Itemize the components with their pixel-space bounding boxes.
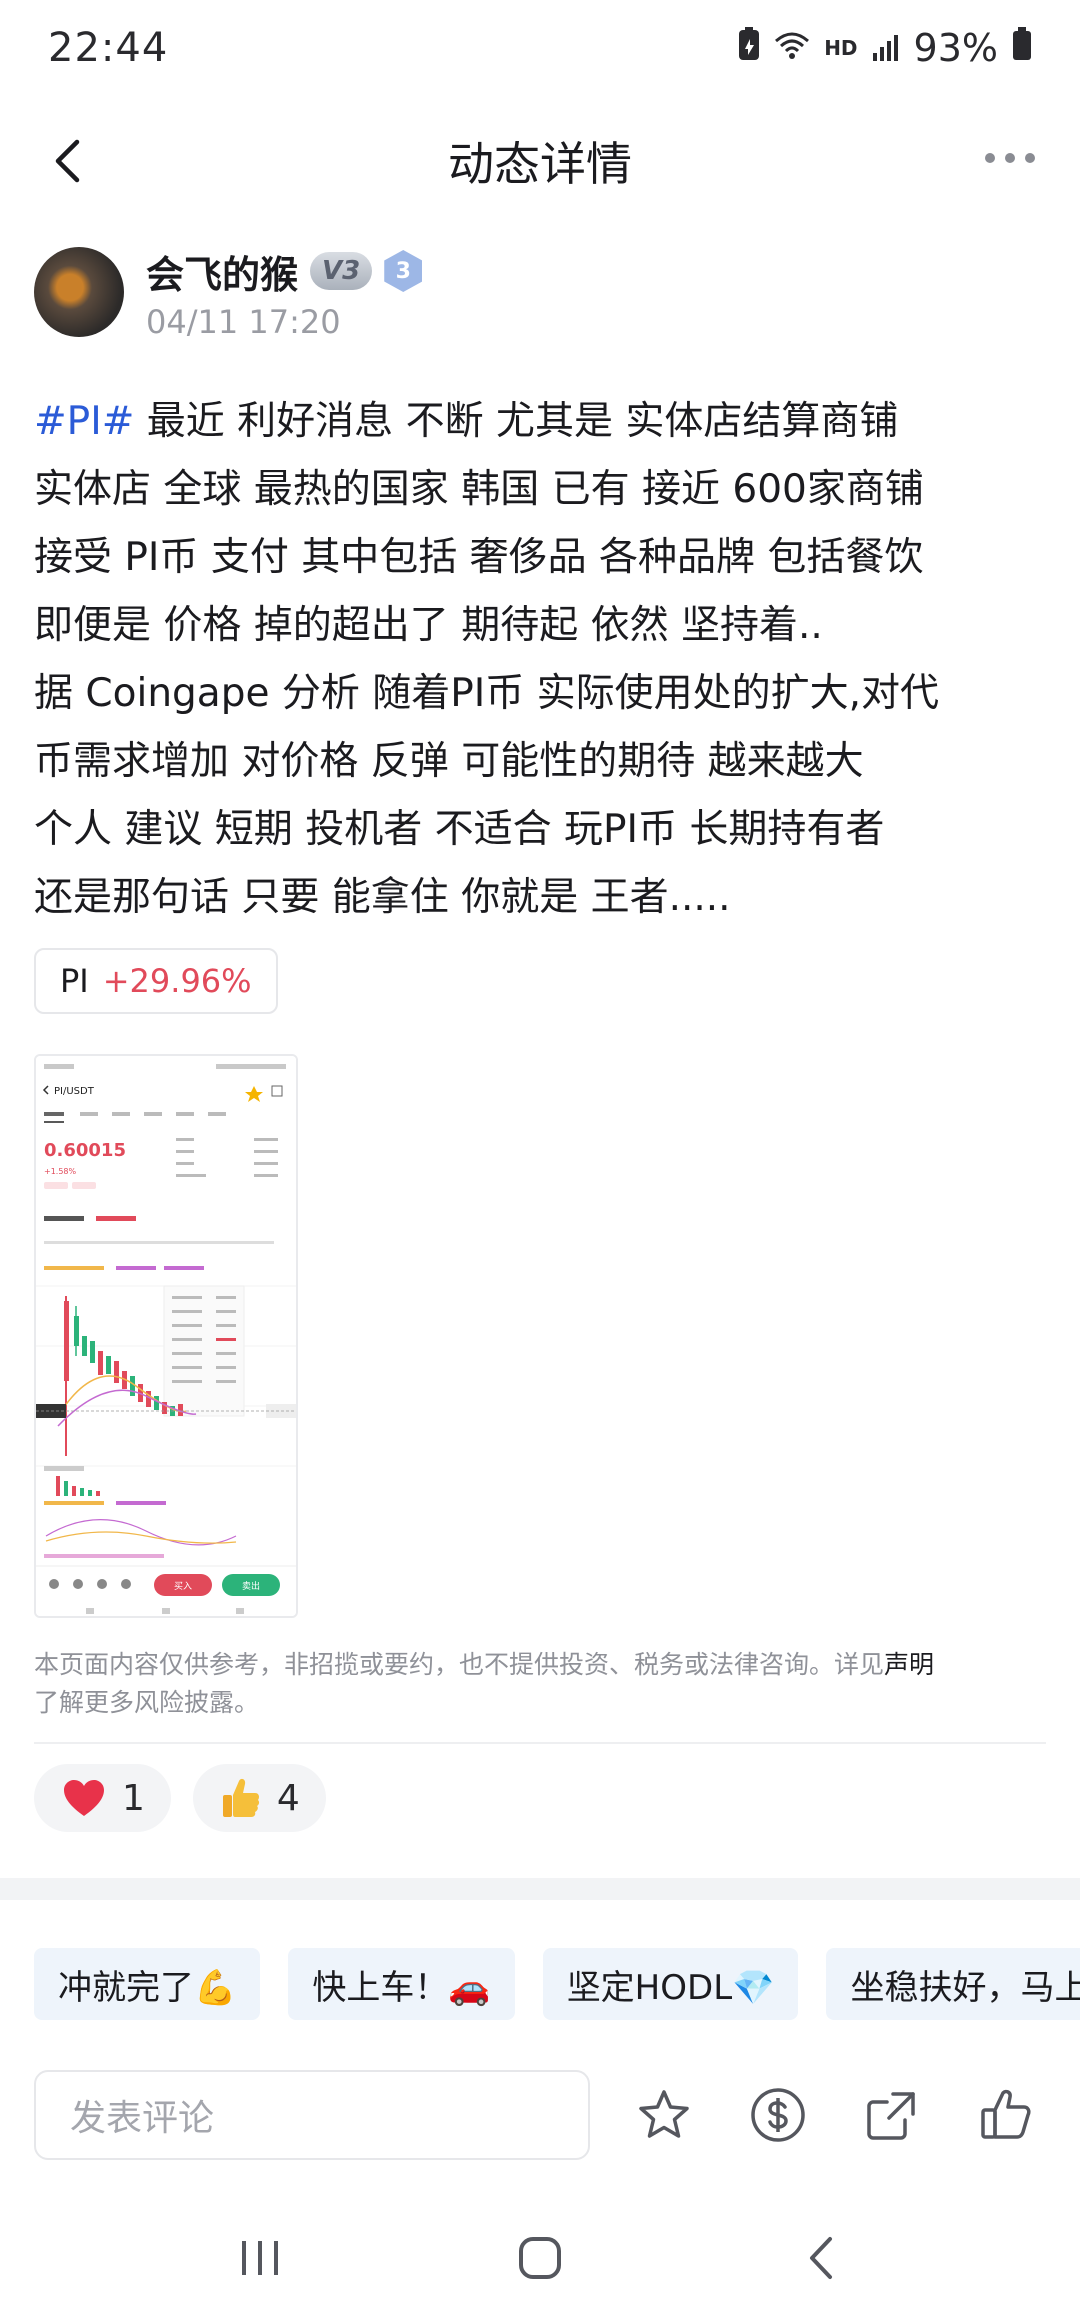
quick-reply-chip[interactable]: 冲就完了💪 xyxy=(34,1948,261,2020)
system-back-button[interactable] xyxy=(780,2228,860,2288)
share-icon xyxy=(867,2092,915,2140)
wifi-icon xyxy=(774,26,810,70)
comment-bar: 发表评论 xyxy=(34,2070,1046,2160)
level-badge: 3 xyxy=(384,250,423,292)
more-button[interactable] xyxy=(980,138,1040,178)
divider xyxy=(34,1742,1046,1744)
home-icon xyxy=(519,2237,561,2279)
share-button[interactable] xyxy=(860,2083,924,2147)
home-button[interactable] xyxy=(500,2228,580,2288)
vip-badge: V3 xyxy=(310,252,373,290)
heart-reaction-button[interactable]: 1 xyxy=(34,1764,171,1832)
coin-tag[interactable]: PI +29.96% xyxy=(34,948,278,1014)
favorite-button[interactable] xyxy=(632,2083,696,2147)
thumb-pair: PI/USDT xyxy=(54,1086,95,1097)
disclaimer-suffix: 了解更多风险披露。 xyxy=(34,1688,260,1717)
tip-button[interactable] xyxy=(746,2083,810,2147)
quick-reply-chip[interactable]: 坐稳扶好，马上 xyxy=(826,1948,1080,2020)
section-separator xyxy=(0,1878,1080,1900)
recent-apps-button[interactable] xyxy=(220,2228,300,2288)
chevron-left-icon xyxy=(810,2237,832,2279)
battery-percent: 93% xyxy=(913,26,998,70)
comment-input[interactable]: 发表评论 xyxy=(34,2070,590,2160)
attached-image[interactable]: PI/USDT 0.60015 +1.58% 买入 卖出 xyxy=(34,1054,298,1618)
post-content: #PI# 最近 利好消息 不断 尤其是 实体店结算商铺 实体店 全球 最热的国家… xyxy=(34,388,1054,932)
status-icons: HD 93% xyxy=(738,26,1032,70)
coin-change: +29.96% xyxy=(102,962,252,1000)
quick-reply-chip[interactable]: 坚定HODL💎 xyxy=(542,1948,799,2020)
top-bar: 动态详情 xyxy=(0,96,1080,226)
action-icons xyxy=(632,2083,1046,2147)
disclaimer-text: 本页面内容仅供参考，非招揽或要约，也不提供投资、税务或法律咨询。详见 xyxy=(34,1650,885,1679)
page-title: 动态详情 xyxy=(448,137,632,191)
thumbs-up-icon xyxy=(981,2089,1031,2139)
statement-link[interactable]: 声明 xyxy=(884,1650,934,1679)
thumbs-reaction-button[interactable]: 4 xyxy=(192,1764,326,1832)
reactions-row: 1 4 xyxy=(34,1764,326,1832)
battery-saver-icon xyxy=(738,26,760,70)
signal-icon xyxy=(872,26,900,70)
thumbs-up-emoji-icon xyxy=(222,1778,259,1817)
hashtag-link[interactable]: #PI# xyxy=(34,399,134,444)
chart-screenshot-thumbnail: PI/USDT 0.60015 +1.58% 买入 卖出 xyxy=(36,1056,296,1616)
status-bar: 22:44 HD 93% xyxy=(0,0,1080,96)
disclaimer: 本页面内容仅供参考，非招揽或要约，也不提供投资、税务或法律咨询。详见声明了解更多… xyxy=(34,1646,1046,1722)
heart-icon xyxy=(64,1780,104,1816)
dollar-coin-icon xyxy=(751,2088,805,2142)
recent-apps-icon xyxy=(242,2241,278,2275)
network-label: HD xyxy=(824,36,858,60)
avatar[interactable] xyxy=(34,247,124,337)
chevron-left-icon xyxy=(55,139,80,183)
quick-reply-chip[interactable]: 快上车！🚗 xyxy=(288,1948,515,2020)
heart-count: 1 xyxy=(122,1777,145,1819)
thumbs-count: 4 xyxy=(276,1777,300,1819)
back-button[interactable] xyxy=(40,134,94,188)
coin-symbol: PI xyxy=(60,962,89,1000)
status-time: 22:44 xyxy=(48,25,169,71)
star-icon xyxy=(639,2090,689,2138)
battery-icon xyxy=(1012,26,1032,70)
author-info: 会飞的猴 V3 3 04/11 17:20 xyxy=(146,244,423,341)
post-text: 最近 利好消息 不断 尤其是 实体店结算商铺 实体店 全球 最热的国家 韩国 已… xyxy=(34,399,940,920)
post-time: 04/11 17:20 xyxy=(146,302,341,341)
system-nav-bar xyxy=(0,2200,1080,2316)
thumb-sell: 卖出 xyxy=(242,1580,260,1592)
more-dots-icon xyxy=(985,153,1035,163)
author-row: 会飞的猴 V3 3 04/11 17:20 xyxy=(34,244,1046,341)
quick-reply-row: 冲就完了💪 快上车！🚗 坚定HODL💎 坐稳扶好，马上 xyxy=(34,1948,1080,2020)
author-name[interactable]: 会飞的猴 xyxy=(146,244,298,299)
thumb-buy: 买入 xyxy=(174,1581,192,1592)
like-button[interactable] xyxy=(974,2083,1038,2147)
thumb-change: +1.58% xyxy=(44,1167,77,1176)
thumb-price: 0.60015 xyxy=(44,1140,126,1161)
